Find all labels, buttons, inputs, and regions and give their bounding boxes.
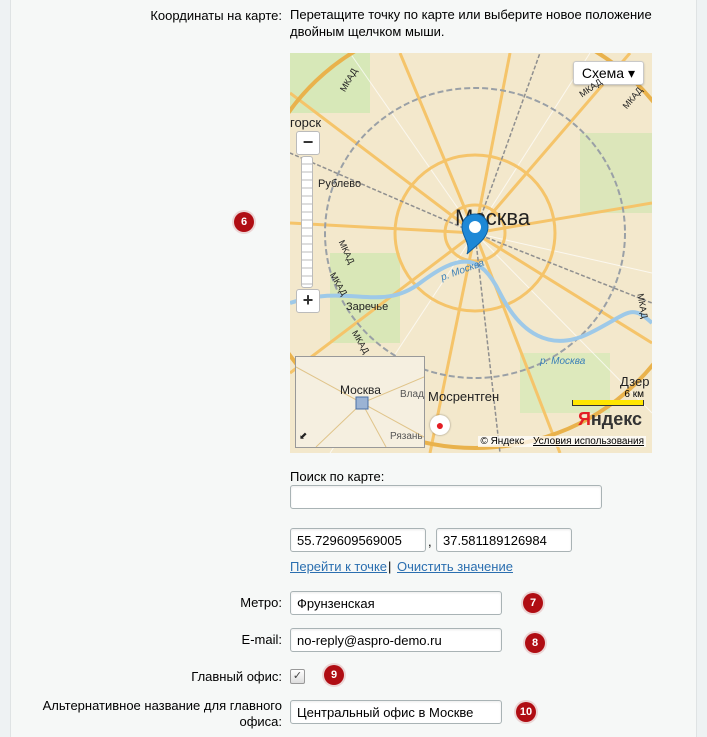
map-type-button[interactable]: Схема ▾ bbox=[572, 61, 644, 85]
longitude-input[interactable] bbox=[436, 528, 572, 552]
terms-link[interactable]: Условия использования bbox=[533, 436, 644, 447]
alt-name-label-line1: Альтернативное название для главного bbox=[42, 698, 282, 713]
yandex-map-pin-icon[interactable]: ● bbox=[430, 415, 450, 435]
latitude-input[interactable] bbox=[290, 528, 426, 552]
overview-minimap[interactable]: Москва Влад Рязань ⬋ bbox=[295, 356, 425, 448]
map-label-place: Заречье bbox=[346, 301, 389, 313]
map-label-place: Мосрентген bbox=[428, 389, 500, 404]
map-label-river-2: р. Москва bbox=[540, 356, 586, 367]
step-badge-10: 10 bbox=[516, 702, 536, 722]
zoom-control[interactable]: − + bbox=[296, 131, 320, 313]
location-marker-icon[interactable] bbox=[461, 213, 489, 258]
email-input[interactable] bbox=[290, 628, 502, 652]
minimap-city: Москва bbox=[340, 383, 381, 397]
map-hint: Перетащите точку по карте или выберите н… bbox=[290, 7, 652, 39]
alt-name-input[interactable] bbox=[290, 700, 502, 724]
minimap-collapse-icon[interactable]: ⬋ bbox=[299, 431, 307, 442]
step-badge-8: 8 bbox=[525, 633, 545, 653]
yandex-logo-letter: Я bbox=[577, 409, 591, 429]
main-office-label: Главный офис: bbox=[191, 669, 282, 684]
alt-name-label: Альтернативное название для главного офи… bbox=[20, 698, 282, 730]
main-office-checkbox[interactable]: ✓ bbox=[290, 669, 305, 684]
minimap-place: Влад bbox=[400, 389, 424, 400]
step-badge-7: 7 bbox=[523, 593, 543, 613]
map-label-place: Дзер bbox=[620, 374, 650, 389]
scale-bar bbox=[572, 400, 644, 406]
search-label: Поиск по карте: bbox=[290, 469, 385, 484]
map-label-place: горск bbox=[290, 115, 322, 130]
alt-name-label-line2: офиса: bbox=[239, 714, 282, 729]
yandex-logo-rest: ндекс bbox=[590, 409, 642, 429]
map-copyright: © Яндекс Условия использования bbox=[478, 436, 646, 447]
goto-point-link[interactable]: Перейти к точке bbox=[290, 559, 387, 574]
coords-label: Координаты на карте: bbox=[150, 8, 282, 23]
step-badge-6: 6 bbox=[234, 212, 254, 232]
metro-label: Метро: bbox=[240, 595, 282, 610]
links-separator: | bbox=[388, 559, 392, 574]
map-label-place: Рублево bbox=[318, 178, 362, 190]
coords-separator: , bbox=[428, 534, 432, 549]
clear-value-link[interactable]: Очистить значение bbox=[397, 559, 513, 574]
minimap-place: Рязань bbox=[390, 431, 423, 442]
copyright-text: © Яндекс bbox=[480, 436, 525, 447]
map-scale: 6 км bbox=[572, 389, 644, 406]
zoom-in-button[interactable]: + bbox=[296, 289, 320, 313]
yandex-map[interactable]: Схема ▾ − + Москва р. Москва р. Москва г… bbox=[290, 53, 652, 453]
email-label: E-mail: bbox=[241, 632, 282, 647]
scale-value: 6 км bbox=[624, 389, 644, 400]
metro-input[interactable] bbox=[290, 591, 502, 615]
zoom-slider[interactable] bbox=[301, 156, 313, 288]
zoom-out-button[interactable]: − bbox=[296, 131, 320, 155]
step-badge-9: 9 bbox=[324, 665, 344, 685]
map-search-input[interactable] bbox=[290, 485, 602, 509]
yandex-logo: Яндекс bbox=[578, 409, 642, 430]
